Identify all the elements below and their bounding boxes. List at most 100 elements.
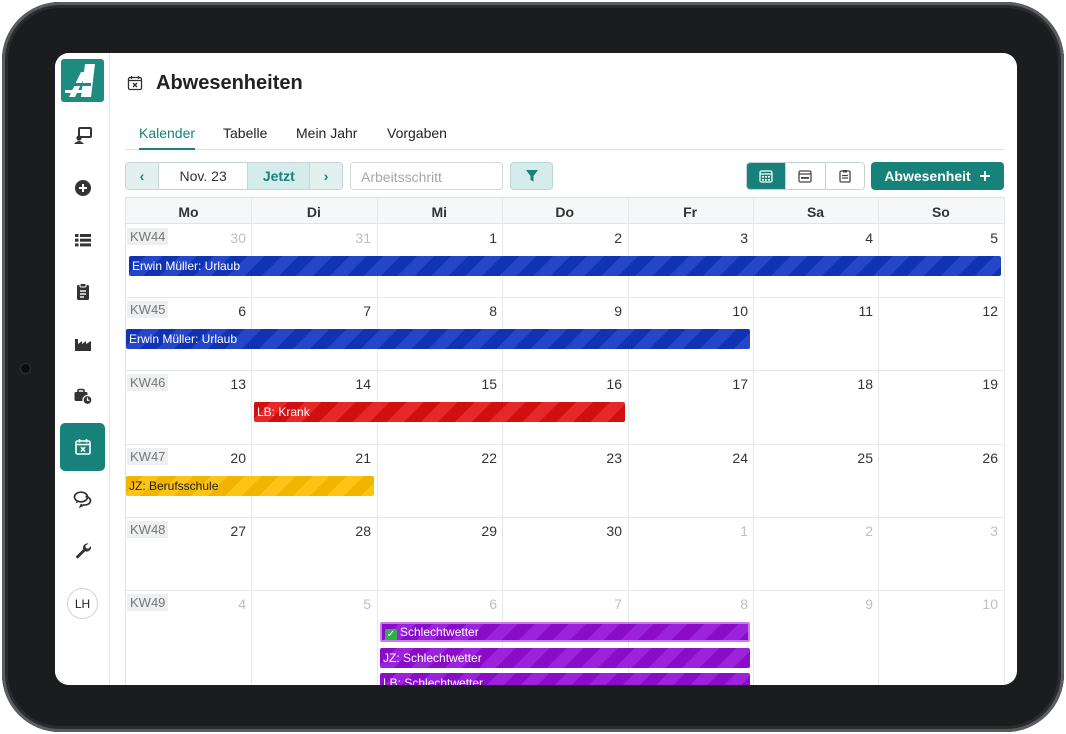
add-absence-button[interactable]: Abwesenheit	[871, 162, 1004, 190]
briefcase-clock-icon	[74, 388, 93, 406]
filter-button[interactable]	[510, 162, 553, 190]
filter-icon	[525, 170, 538, 182]
sidebar-item-presentation-user[interactable]	[60, 111, 105, 159]
week-divider	[126, 297, 1004, 299]
day-number[interactable]: 16	[502, 376, 622, 392]
day-number[interactable]: 6	[126, 303, 246, 319]
absence-event[interactable]: JZ: Schlechtwetter	[380, 647, 750, 668]
day-number[interactable]: 3	[878, 523, 998, 539]
weekday-mo: Mo	[178, 204, 199, 220]
day-number[interactable]: 26	[878, 450, 998, 466]
sidebar-item-chat-bubbles[interactable]	[60, 475, 105, 523]
day-number[interactable]: 6	[377, 596, 497, 612]
absence-event[interactable]: Erwin Müller: Urlaub	[126, 329, 750, 350]
weekday-di: Di	[306, 204, 321, 220]
factory-icon	[74, 339, 91, 351]
day-number[interactable]: 2	[502, 230, 622, 246]
sidebar-item-wrench[interactable]	[60, 527, 105, 575]
day-number[interactable]: 1	[628, 523, 748, 539]
day-number[interactable]: 5	[878, 230, 998, 246]
day-number[interactable]: 24	[628, 450, 748, 466]
month-calendar: Mo Di Mi Do Fr Sa So KW44 30 31 1 2 3 4 5 Erwin Müller…	[125, 197, 1005, 685]
absence-event[interactable]: LB: Schlechtwetter	[380, 673, 750, 685]
day-number[interactable]: 30	[126, 230, 246, 246]
day-number[interactable]: 7	[502, 596, 622, 612]
company-logo[interactable]	[61, 59, 104, 102]
event-label: JZ: Berufsschule	[129, 478, 219, 493]
week-divider	[126, 516, 1004, 518]
clipboard-icon	[76, 283, 89, 300]
tablet-frame: LH Abwesenheiten Kalender Tabelle Mein J…	[2, 2, 1064, 732]
day-number[interactable]: 12	[878, 303, 998, 319]
tab-tabelle[interactable]: Tabelle	[223, 125, 267, 150]
day-number[interactable]: 10	[878, 596, 998, 612]
absence-event[interactable]: Erwin Müller: Urlaub	[129, 256, 1001, 276]
day-number[interactable]: 29	[377, 523, 497, 539]
tab-mein-jahr[interactable]: Mein Jahr	[296, 125, 357, 150]
day-number[interactable]: 25	[753, 450, 873, 466]
app-screen: LH Abwesenheiten Kalender Tabelle Mein J…	[55, 53, 1017, 685]
day-number[interactable]: 9	[753, 596, 873, 612]
wrench-icon	[75, 543, 91, 559]
sidebar-item-factory[interactable]	[60, 320, 105, 368]
day-number[interactable]: 11	[753, 303, 873, 319]
day-number[interactable]: 9	[502, 303, 622, 319]
sidebar-item-calendar-x[interactable]	[60, 423, 105, 471]
tab-vorgaben[interactable]: Vorgaben	[387, 125, 447, 150]
day-number[interactable]: 1	[377, 230, 497, 246]
day-number[interactable]: 30	[502, 523, 622, 539]
day-number[interactable]: 4	[126, 596, 246, 612]
day-number[interactable]: 2	[753, 523, 873, 539]
day-number[interactable]: 8	[628, 596, 748, 612]
day-number[interactable]: 3	[628, 230, 748, 246]
sidebar-item-plus-circle[interactable]	[60, 164, 105, 212]
logo-icon	[65, 64, 95, 97]
day-number[interactable]: 19	[878, 376, 998, 392]
day-number[interactable]: 14	[251, 376, 371, 392]
day-number[interactable]: 7	[251, 303, 371, 319]
chevron-left-icon: ‹	[139, 168, 145, 184]
weekday-fr: Fr	[683, 204, 698, 220]
sidebar-item-list[interactable]	[60, 216, 105, 264]
calendar-month-icon	[759, 170, 773, 183]
month-view-button[interactable]	[747, 163, 787, 189]
day-number[interactable]: 10	[628, 303, 748, 319]
day-number[interactable]: 13	[126, 376, 246, 392]
day-number[interactable]: 28	[251, 523, 371, 539]
sidebar-item-briefcase-clock[interactable]	[60, 372, 105, 420]
weekday-header: Mo Di Mi Do Fr Sa So	[126, 197, 1004, 224]
avatar[interactable]: LH	[67, 588, 98, 619]
week-view-button[interactable]	[786, 163, 826, 189]
day-number[interactable]: 18	[753, 376, 873, 392]
view-switcher	[746, 162, 865, 190]
sidebar-item-clipboard[interactable]	[60, 268, 105, 316]
day-number[interactable]: 15	[377, 376, 497, 392]
absence-event[interactable]: JZ: Berufsschule	[126, 475, 374, 496]
day-number[interactable]: 23	[502, 450, 622, 466]
week-divider	[126, 370, 1004, 372]
day-number[interactable]: 4	[753, 230, 873, 246]
tab-kalender[interactable]: Kalender	[139, 125, 196, 150]
event-label: LB: Krank	[257, 405, 310, 420]
day-number[interactable]: 8	[377, 303, 497, 319]
list-view-button[interactable]	[826, 163, 864, 189]
day-number[interactable]: 21	[251, 450, 371, 466]
week-divider	[126, 590, 1004, 591]
day-number[interactable]: 5	[251, 596, 371, 612]
absence-event[interactable]: ✓ Schlechtwetter	[380, 622, 750, 642]
prev-month-button[interactable]: ‹	[126, 163, 159, 189]
day-number[interactable]: 17	[628, 376, 748, 392]
day-number[interactable]: 22	[377, 450, 497, 466]
today-button[interactable]: Jetzt	[248, 163, 310, 189]
current-month[interactable]: Nov. 23	[159, 163, 249, 189]
day-number[interactable]: 31	[251, 230, 371, 246]
next-month-button[interactable]: ›	[309, 163, 342, 189]
camera	[21, 364, 30, 373]
day-number[interactable]: 20	[126, 450, 246, 466]
day-number[interactable]: 27	[126, 523, 246, 539]
event-label: Erwin Müller: Urlaub	[129, 332, 238, 347]
absence-event[interactable]: LB: Krank	[254, 402, 625, 423]
event-label: LB: Schlechtwetter	[383, 676, 484, 685]
chat-bubbles-icon	[73, 491, 91, 509]
arbeitsschritt-input[interactable]: Arbeitsschritt	[350, 162, 503, 190]
